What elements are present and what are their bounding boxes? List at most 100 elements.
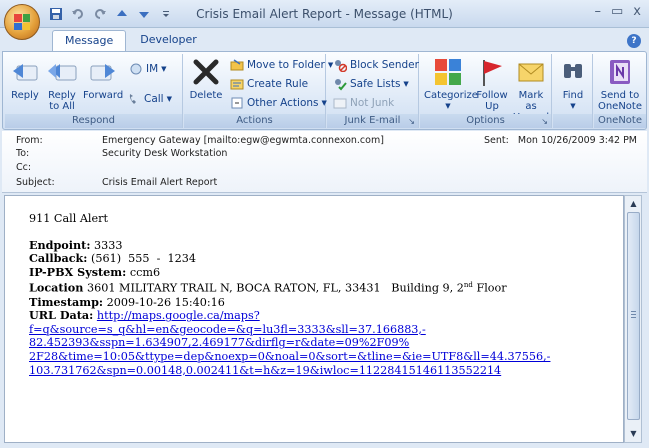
- dropdown-arrow-icon: ▼: [570, 102, 576, 110]
- safe-lists-icon: [333, 77, 347, 91]
- not-junk-label: Not Junk: [350, 97, 395, 109]
- onenote-group-label: OneNote: [594, 114, 646, 128]
- safe-lists-label: Safe Lists: [350, 78, 401, 90]
- map-link[interactable]: 2F28&time=10:05&ttype=dep&noexp=0&noal=0…: [29, 350, 550, 363]
- location-label: Location: [29, 281, 84, 296]
- categorize-icon: [432, 56, 464, 88]
- respond-group-label: Respond: [5, 114, 182, 128]
- other-actions-button[interactable]: Other Actions ▼: [230, 96, 327, 110]
- delete-label: Delete: [189, 90, 223, 101]
- map-link[interactable]: 82.452393&sspn=1.634907,2.469177&dirflg=…: [29, 336, 409, 349]
- junk-email-group-label: Junk E-mail: [327, 114, 418, 128]
- move-folder-icon: [230, 58, 244, 72]
- rule-icon: [230, 77, 244, 91]
- dropdown-arrow-icon: ▼: [445, 102, 451, 110]
- callback-label: Callback:: [29, 251, 88, 266]
- tab-developer[interactable]: Developer: [128, 30, 209, 52]
- url-label: URL Data:: [29, 308, 94, 323]
- mark-unread-button[interactable]: Mark as Unread: [512, 56, 550, 123]
- safe-lists-button[interactable]: Safe Lists ▼: [333, 77, 409, 91]
- block-sender-button[interactable]: Block Sender: [333, 58, 419, 73]
- group-respond: Reply Reply to All Forward IM ▼ Call ▼ R…: [5, 54, 183, 128]
- location-floor: Floor: [472, 282, 507, 296]
- subject-value: Crisis Email Alert Report: [102, 177, 218, 188]
- forward-label: Forward: [83, 90, 124, 101]
- scroll-up-arrow-icon[interactable]: ▲: [627, 198, 640, 210]
- im-button[interactable]: IM ▼: [129, 62, 167, 76]
- help-button[interactable]: ?: [627, 34, 641, 48]
- timestamp-value: 2009-10-26 15:40:16: [106, 295, 225, 309]
- envelope-icon: [515, 56, 547, 88]
- close-button[interactable]: x: [633, 4, 641, 19]
- ribbon: Reply Reply to All Forward IM ▼ Call ▼ R…: [2, 51, 647, 130]
- to-value[interactable]: Security Desk Workstation: [102, 148, 227, 159]
- phone-icon: [127, 92, 141, 106]
- system-line: IP-PBX System: ccm6: [29, 264, 599, 280]
- call-label: Call: [144, 93, 164, 105]
- from-value[interactable]: Emergency Gateway [mailto:egw@egwmta.con…: [102, 135, 384, 146]
- subject-label: Subject:: [16, 177, 55, 188]
- office-logo-icon: [14, 14, 30, 30]
- map-link[interactable]: 103.731762&spn=0.00148,0.002411&t=h&z=19…: [29, 364, 501, 377]
- forward-button[interactable]: Forward: [83, 56, 123, 101]
- dropdown-arrow-icon: ▼: [161, 65, 167, 73]
- minimize-button[interactable]: –: [595, 4, 602, 19]
- create-rule-button[interactable]: Create Rule: [230, 77, 308, 91]
- find-button[interactable]: Find ▼: [557, 56, 589, 112]
- find-label: Find: [562, 90, 584, 101]
- group-actions: Delete Move to Folder ▼ Create Rule Othe…: [184, 54, 333, 128]
- group-onenote: Send to OneNote OneNote: [594, 54, 646, 128]
- to-label: To:: [16, 148, 30, 159]
- callback-line: Callback: (561) 555 - 1234: [29, 251, 599, 266]
- reply-all-icon: [46, 56, 78, 88]
- location-value: 3601 MILITARY TRAIL N, BOCA RATON, FL, 3…: [86, 282, 464, 296]
- endpoint-line: Endpoint: 3333: [29, 237, 599, 253]
- reply-button[interactable]: Reply: [9, 56, 41, 101]
- categorize-button[interactable]: Categorize ▼: [424, 56, 478, 112]
- message-body[interactable]: 911 Call Alert Endpoint: 3333 Callback: …: [4, 195, 624, 443]
- scroll-thumb[interactable]: [627, 212, 640, 420]
- categorize-label: Categorize: [424, 90, 478, 101]
- block-sender-label: Block Sender: [350, 59, 419, 71]
- window-title: Crisis Email Alert Report - Message (HTM…: [196, 7, 453, 21]
- system-value: ccm6: [129, 265, 161, 279]
- reply-icon: [9, 56, 41, 88]
- grip-icon: [631, 311, 636, 320]
- sent-info: Sent: Mon 10/26/2009 3:42 PM: [484, 135, 637, 146]
- scroll-down-arrow-icon[interactable]: ▼: [627, 428, 640, 440]
- endpoint-label: Endpoint:: [29, 237, 91, 252]
- not-junk-button[interactable]: Not Junk: [333, 96, 394, 110]
- im-icon: [129, 62, 143, 76]
- flag-icon: [476, 56, 508, 88]
- follow-up-button[interactable]: Follow Up: [474, 56, 510, 112]
- office-button[interactable]: [4, 4, 40, 40]
- delete-x-icon: [190, 56, 222, 88]
- tab-message[interactable]: Message: [52, 30, 127, 52]
- maximize-button[interactable]: ▭: [611, 4, 623, 19]
- find-group-label: [553, 114, 592, 128]
- title-bar: Crisis Email Alert Report - Message (HTM…: [0, 0, 649, 28]
- move-to-folder-button[interactable]: Move to Folder ▼: [230, 58, 333, 72]
- vertical-scrollbar[interactable]: ▲ ▼: [624, 195, 642, 443]
- system-label: IP-PBX System:: [29, 264, 127, 279]
- message-header: From: Emergency Gateway [mailto:egw@egwm…: [2, 131, 647, 193]
- map-link[interactable]: f=q&source=s_q&hl=en&geocode=&q=lu3fl=33…: [29, 323, 426, 336]
- reply-all-button[interactable]: Reply to All: [45, 56, 79, 112]
- delete-button[interactable]: Delete: [188, 56, 224, 101]
- not-junk-icon: [333, 96, 347, 110]
- dialog-launcher-icon[interactable]: ↘: [408, 117, 415, 126]
- map-link[interactable]: http://maps.google.ca/maps?: [97, 309, 260, 322]
- endpoint-value: 3333: [94, 238, 123, 252]
- url-line: URL Data: http://maps.google.ca/maps?: [29, 308, 599, 323]
- other-actions-label: Other Actions: [247, 97, 319, 109]
- dropdown-arrow-icon: ▼: [166, 95, 172, 103]
- send-to-onenote-button[interactable]: Send to OneNote: [596, 56, 644, 112]
- dialog-launcher-icon[interactable]: ↘: [541, 117, 548, 126]
- cc-label: Cc:: [16, 162, 32, 173]
- from-label: From:: [16, 135, 43, 146]
- group-junk-email: Block Sender Safe Lists ▼ Not Junk Junk …: [327, 54, 419, 128]
- call-button[interactable]: Call ▼: [127, 92, 172, 106]
- other-actions-icon: [230, 96, 244, 110]
- block-sender-icon: [333, 58, 348, 73]
- move-to-folder-label: Move to Folder: [247, 59, 325, 71]
